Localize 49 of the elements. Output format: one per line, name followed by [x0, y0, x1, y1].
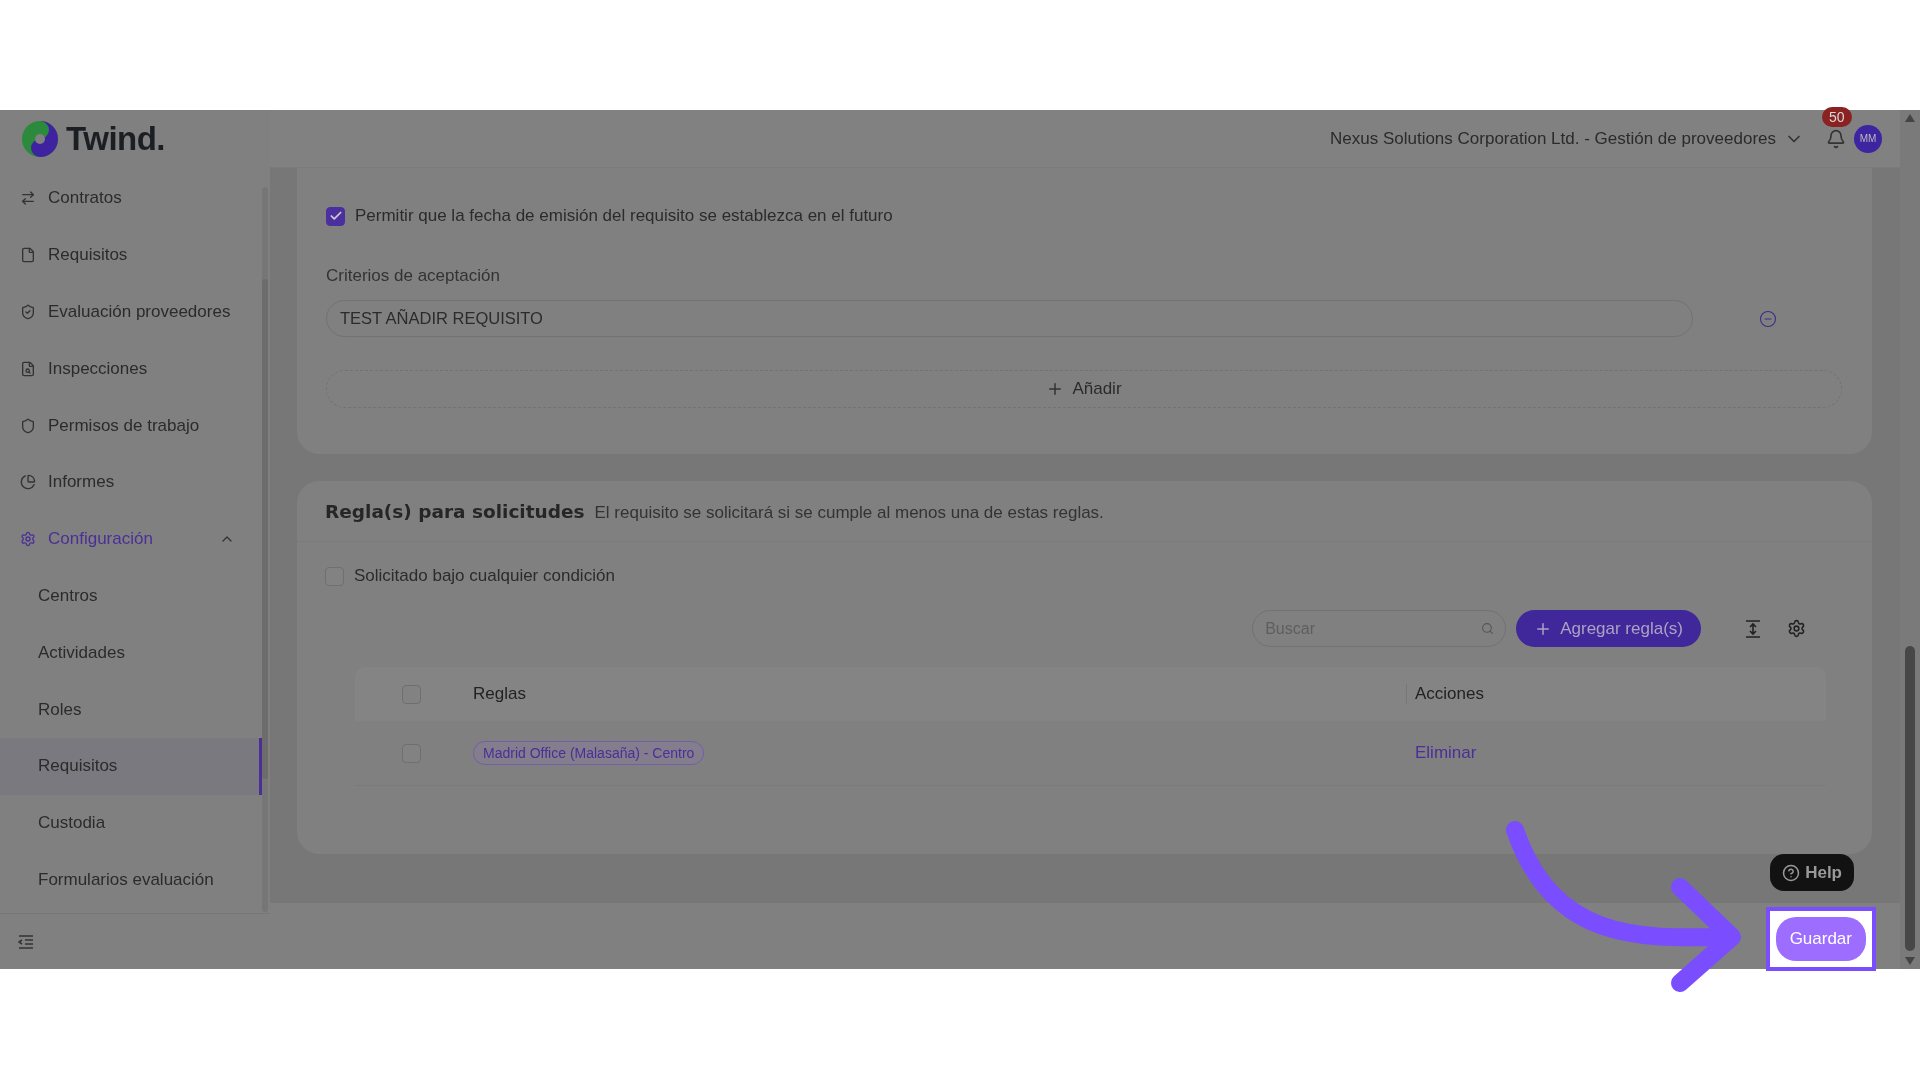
- document-search-icon: [20, 360, 36, 377]
- sidebar-item[interactable]: Permisos de trabajo: [0, 397, 262, 454]
- sidebar-subitem[interactable]: Actividades: [0, 624, 262, 682]
- save-button[interactable]: Guardar: [1775, 917, 1866, 961]
- column-header: Reglas: [473, 684, 527, 704]
- delete-link[interactable]: Eliminar: [1406, 743, 1826, 763]
- scroll-up-icon[interactable]: [1905, 114, 1915, 122]
- check-icon: [328, 209, 343, 223]
- remove-icon[interactable]: [1759, 309, 1777, 328]
- sidebar-item[interactable]: Configuración: [0, 510, 262, 568]
- section-title: Regla(s) para solicitudes: [325, 501, 585, 522]
- settings-icon[interactable]: [1787, 619, 1806, 638]
- checkbox-label: Solicitado bajo cualquier condición: [354, 566, 615, 586]
- logo-text: Twind.: [66, 120, 166, 158]
- sidebar-item[interactable]: Requisitos: [0, 226, 262, 284]
- scroll-down-icon[interactable]: [1905, 957, 1915, 965]
- scrollbar-thumb[interactable]: [1905, 646, 1915, 951]
- add-rule-button[interactable]: Agregar regla(s): [1516, 610, 1701, 647]
- column-header: Acciones: [1406, 684, 1826, 704]
- document-icon: [20, 247, 36, 264]
- search-icon: [1481, 622, 1495, 635]
- sidebar-subitem[interactable]: Requisitos: [0, 737, 262, 795]
- field-label: Criterios de aceptación: [326, 266, 501, 286]
- shield-icon: [20, 417, 36, 434]
- logo-icon: [20, 119, 60, 159]
- notification-bell-icon[interactable]: [1826, 128, 1846, 149]
- checkbox[interactable]: [326, 206, 345, 226]
- section-description: El requisito se solicitará si se cumple al menos una de estas reglas.: [594, 503, 1104, 523]
- settings-icon: [20, 531, 36, 548]
- sidebar-item[interactable]: Inspecciones: [0, 340, 262, 398]
- sidebar-subitem[interactable]: Formularios evaluación: [0, 851, 262, 909]
- company-selector[interactable]: Nexus Solutions Corporation Ltd. - Gestión de proveedores: [1329, 128, 1776, 149]
- scrollbar-thumb[interactable]: [262, 279, 268, 779]
- sidebar-subitem[interactable]: Custodia: [0, 794, 262, 852]
- rule-tag: Madrid Office (Malasaña) - Centro: [473, 741, 705, 765]
- sidebar-item[interactable]: Informes: [0, 454, 262, 511]
- sidebar-subitem[interactable]: Roles: [0, 681, 262, 738]
- sidebar-subitem[interactable]: Centros: [0, 567, 262, 625]
- help-button[interactable]: Help: [1770, 854, 1854, 891]
- user-avatar[interactable]: MM: [1854, 124, 1882, 153]
- sidebar-item[interactable]: Contratos: [0, 170, 262, 227]
- arrows-icon: [20, 190, 36, 207]
- row-height-icon[interactable]: [1745, 619, 1761, 638]
- sidebar-item[interactable]: Evaluación proveedores: [0, 283, 262, 341]
- help-icon: [1782, 863, 1801, 882]
- checkbox-label: Permitir que la fecha de emisión del requisito se establezca en el futuro: [355, 206, 893, 226]
- shield-check-icon: [20, 304, 36, 320]
- collapse-menu-icon[interactable]: [18, 934, 34, 949]
- pie-chart-icon: [20, 474, 36, 491]
